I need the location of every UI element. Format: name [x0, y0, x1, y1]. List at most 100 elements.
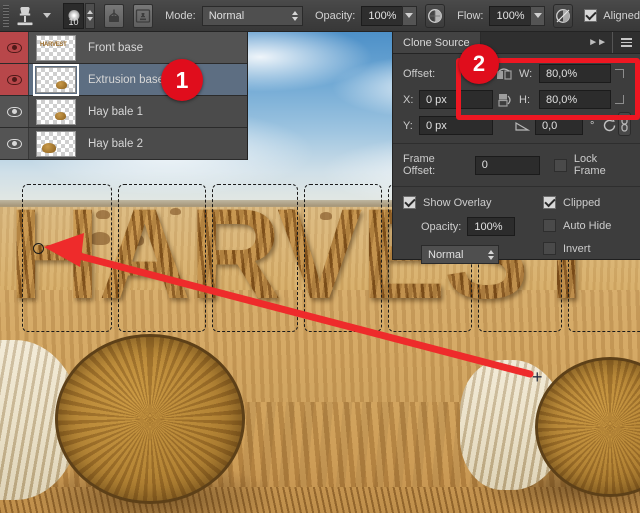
show-overlay-row[interactable]: Show Overlay [403, 196, 531, 209]
layer-name-hay-bale-1: Hay bale 1 [88, 105, 143, 118]
frame-offset-input[interactable]: 0 [474, 155, 540, 175]
frame-offset-label: Frame Offset: [403, 153, 436, 177]
layer-visibility-toggle[interactable] [0, 128, 29, 159]
layer-name-front-base: Front base [88, 41, 143, 54]
aligned-checkbox-group[interactable]: Aligned [584, 9, 640, 22]
bale-face-right [535, 357, 640, 497]
overlay-opacity-row: Opacity: 100% [403, 217, 531, 236]
aligned-checkbox[interactable] [584, 9, 598, 22]
clone-stamp-icon[interactable] [15, 4, 36, 28]
layer-thumbnail[interactable]: HARVEST [36, 34, 76, 61]
lock-frame-checkbox[interactable] [553, 158, 567, 172]
layer-name-hay-bale-2: Hay bale 2 [88, 137, 143, 150]
clone-source-panel-icon[interactable] [133, 3, 154, 28]
thumbnail-bale-icon [56, 80, 67, 89]
flow-label: Flow: [457, 9, 484, 22]
layer-thumbnail[interactable] [36, 98, 76, 125]
mode-label: Mode: [165, 9, 196, 22]
eye-icon [6, 138, 22, 149]
y-offset-value: 0 px [426, 119, 447, 132]
clipped-checkbox[interactable] [543, 196, 556, 209]
overlay-section: Show Overlay Opacity: 100% Normal Clippe… [393, 187, 640, 264]
auto-hide-checkbox[interactable] [543, 219, 556, 232]
pressure-opacity-glyph [427, 8, 442, 23]
flow-value: 100% [496, 9, 525, 22]
brush-size-stepper[interactable] [85, 2, 96, 29]
bale-face-left [55, 334, 245, 504]
airbrush-icon[interactable] [552, 3, 574, 28]
angle-value: 0,0 [542, 119, 558, 132]
brush-size-preview[interactable]: 10 [62, 2, 85, 29]
frame-offset-row: Frame Offset: 0 Lock Frame [393, 144, 640, 186]
overlay-opacity-label: Opacity: [421, 220, 462, 233]
layer-thumbnail-text: HARVEST [40, 41, 67, 48]
brush-size-value: 10 [68, 16, 79, 27]
blend-mode-select[interactable]: Normal [201, 5, 303, 26]
lock-frame-label: Lock Frame [573, 153, 606, 177]
opacity-input[interactable]: 100% [361, 5, 404, 26]
thumbnail-bale-icon [55, 111, 66, 120]
overlay-blend-stepper-icon [480, 249, 494, 260]
hay-bale-right-face [535, 357, 640, 497]
annotation-badge-1-label: 1 [175, 66, 189, 93]
flow-dropdown-button[interactable] [530, 5, 545, 26]
overlay-blend-mode-select[interactable]: Normal [421, 245, 499, 264]
show-overlay-label: Show Overlay [423, 196, 492, 209]
eye-icon [6, 42, 22, 53]
brush-panel-glyph [109, 9, 120, 22]
crosshair-cursor-icon: + [532, 367, 543, 387]
layer-row-front-base[interactable]: HARVEST Front base [0, 32, 247, 64]
panel-menu-icon[interactable] [612, 32, 640, 53]
selection-outline [118, 184, 206, 332]
layer-row-hay-bale-1[interactable]: Hay bale 1 [0, 96, 247, 128]
layer-thumbnail[interactable] [36, 130, 76, 157]
options-bar-grip[interactable] [3, 4, 9, 27]
chevron-down-icon [533, 13, 542, 18]
flow-input[interactable]: 100% [489, 5, 532, 26]
brush-panel-icon[interactable] [104, 3, 125, 28]
opacity-pressure-icon[interactable] [424, 3, 446, 28]
opacity-dropdown-button[interactable] [402, 5, 417, 26]
x-offset-value: 0 px [426, 93, 447, 106]
clone-source-panel-glyph [136, 8, 151, 23]
invert-checkbox[interactable] [543, 242, 556, 255]
double-chevron-right-icon[interactable]: ►► [582, 32, 612, 53]
tab-clone-source-label: Clone Source [403, 36, 470, 49]
overlay-opacity-input[interactable]: 100% [467, 217, 516, 236]
overlay-right-column: Clipped Auto Hide Invert [543, 196, 611, 264]
opacity-label: Opacity: [314, 9, 356, 22]
aligned-label: Aligned [603, 9, 640, 22]
annotation-badge-1: 1 [161, 59, 203, 101]
eye-icon [6, 106, 22, 117]
tool-options-bar: 10 Mode: Normal Opacity: 100% Flow: 100%… [0, 0, 640, 32]
tool-preset-chevron-down-icon[interactable] [42, 13, 51, 18]
hay-bale-left-face [55, 334, 245, 504]
layer-row-hay-bale-2[interactable]: Hay bale 2 [0, 128, 247, 160]
clipped-row[interactable]: Clipped [543, 196, 611, 209]
selection-outline [212, 184, 298, 332]
y-label: Y: [403, 119, 413, 132]
invert-label: Invert [563, 242, 591, 255]
stepper-up-icon [87, 10, 94, 14]
clone-stamp-glyph [17, 6, 33, 25]
layer-thumbnail[interactable] [33, 63, 79, 96]
selection-outline [304, 184, 382, 332]
invert-row[interactable]: Invert [543, 242, 611, 255]
show-overlay-checkbox[interactable] [403, 196, 416, 209]
layer-visibility-toggle[interactable] [0, 96, 29, 127]
layer-visibility-toggle[interactable] [0, 32, 29, 63]
x-label: X: [403, 93, 414, 106]
layers-panel[interactable]: HARVEST Front base Extrusion base Hay ba… [0, 32, 248, 160]
auto-hide-row[interactable]: Auto Hide [543, 219, 611, 232]
annotation-badge-2: 2 [459, 44, 499, 84]
layer-row-extrusion-base[interactable]: Extrusion base [0, 63, 247, 96]
angle-unit: ° [590, 119, 595, 132]
overlay-left-column: Show Overlay Opacity: 100% Normal [403, 196, 531, 264]
clipped-label: Clipped [563, 196, 601, 209]
layer-visibility-toggle[interactable] [0, 64, 29, 95]
overlay-blend-mode-value: Normal [428, 248, 464, 261]
tab-bar-spacer [481, 32, 583, 53]
overlay-opacity-value: 100% [474, 220, 503, 233]
frame-offset-value: 0 [481, 159, 488, 171]
reset-transform-glyph [604, 119, 616, 132]
